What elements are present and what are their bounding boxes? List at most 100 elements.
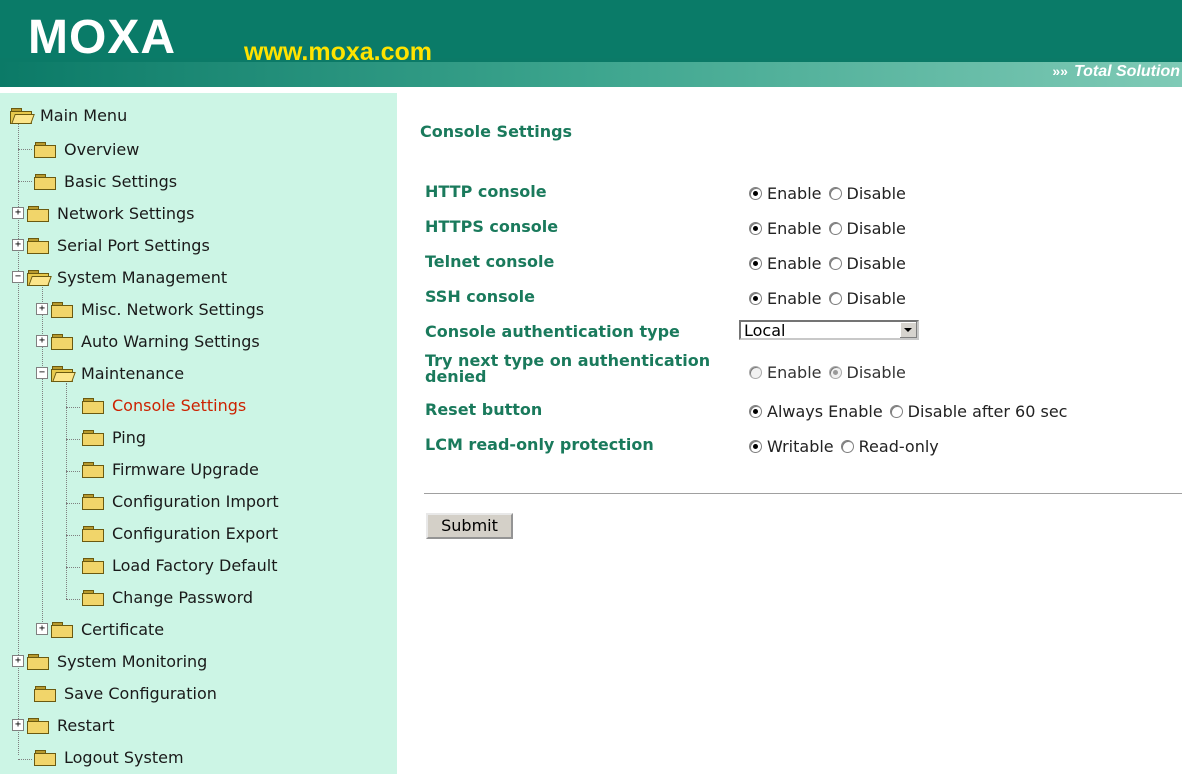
expand-plus-icon[interactable]: + (36, 623, 48, 635)
folder-icon (82, 429, 104, 446)
sidebar-item-label: Network Settings (57, 203, 195, 223)
sidebar-item-system-management[interactable]: − System Management (12, 265, 227, 289)
sidebar-item-label: Logout System (64, 747, 184, 767)
sidebar-item-label: Restart (57, 715, 115, 735)
collapse-minus-icon[interactable]: − (36, 367, 48, 379)
try-next-disable-radio[interactable] (828, 366, 842, 379)
radio-label: Enable (767, 363, 822, 382)
sidebar-item-auto-warning-settings[interactable]: + Auto Warning Settings (36, 329, 260, 353)
collapse-minus-icon[interactable]: − (12, 271, 24, 283)
http-disable-radio[interactable] (828, 187, 842, 200)
folder-icon (27, 237, 49, 254)
telnet-disable-radio[interactable] (828, 257, 842, 270)
expand-plus-icon[interactable]: + (12, 719, 24, 731)
folder-icon (34, 141, 56, 158)
ssh-console-radio-group: Enable Disable (749, 289, 913, 308)
sidebar-item-label: Save Configuration (64, 683, 217, 703)
https-enable-radio[interactable] (749, 222, 762, 235)
sidebar-item-basic-settings[interactable]: Basic Settings (34, 169, 177, 193)
https-disable-radio[interactable] (828, 222, 842, 235)
expand-plus-icon[interactable]: + (12, 207, 24, 219)
submit-button[interactable]: Submit (426, 513, 513, 539)
reset-always-enable-radio[interactable] (749, 405, 762, 418)
sidebar-item-console-settings[interactable]: Console Settings (82, 393, 246, 417)
folder-icon (34, 173, 56, 190)
radio-label: Disable (846, 289, 906, 308)
reset-button-row: Reset button Always Enable Disable after… (397, 397, 1182, 427)
sidebar-item-load-factory-default[interactable]: Load Factory Default (82, 553, 277, 577)
folder-icon (27, 717, 49, 734)
field-label: Telnet console (425, 252, 555, 271)
lcm-read-only-radio[interactable] (840, 440, 854, 453)
sidebar-item-firmware-upgrade[interactable]: Firmware Upgrade (82, 457, 259, 481)
field-label-line2: denied (425, 367, 487, 386)
expand-plus-icon[interactable]: + (36, 303, 48, 315)
radio-label: Disable after 60 sec (907, 402, 1068, 421)
sidebar-item-ping[interactable]: Ping (82, 425, 146, 449)
field-label: HTTP console (425, 182, 547, 201)
main-content: Console Settings HTTP console Enable Dis… (397, 93, 1182, 774)
sidebar-item-save-configuration[interactable]: Save Configuration (34, 681, 217, 705)
lcm-writable-radio[interactable] (749, 440, 762, 453)
folder-icon (82, 525, 104, 542)
sidebar-item-label: System Monitoring (57, 651, 208, 671)
folder-icon (34, 685, 56, 702)
radio-label: Disable (846, 254, 906, 273)
sidebar-item-maintenance[interactable]: − Maintenance (36, 361, 184, 385)
sidebar-item-logout-system[interactable]: Logout System (34, 745, 184, 769)
sidebar-item-serial-port-settings[interactable]: + Serial Port Settings (12, 233, 210, 257)
expand-plus-icon[interactable]: + (12, 655, 24, 667)
folder-open-icon (27, 269, 52, 286)
ssh-enable-radio[interactable] (749, 292, 762, 305)
sidebar-item-main-menu[interactable]: Main Menu (10, 103, 127, 127)
tagline: »» Total Solution (1052, 63, 1180, 81)
sidebar-item-system-monitoring[interactable]: + System Monitoring (12, 649, 207, 673)
dropdown-arrow-icon[interactable] (899, 322, 917, 338)
telnet-console-radio-group: Enable Disable (749, 254, 913, 273)
auth-type-select[interactable]: Local (739, 320, 919, 340)
sidebar-item-label: Change Password (112, 587, 254, 607)
sidebar-item-change-password[interactable]: Change Password (82, 585, 253, 609)
tree-connector (18, 181, 32, 182)
tree-connector (66, 567, 80, 568)
sidebar-item-certificate[interactable]: + Certificate (36, 617, 164, 641)
folder-icon (82, 461, 104, 478)
try-next-enable-radio[interactable] (749, 366, 762, 379)
sidebar-item-configuration-import[interactable]: Configuration Import (82, 489, 279, 513)
folder-icon (82, 557, 104, 574)
sidebar-item-configuration-export[interactable]: Configuration Export (82, 521, 278, 545)
ssh-disable-radio[interactable] (828, 292, 842, 305)
sidebar-item-restart[interactable]: + Restart (12, 713, 115, 737)
tree-connector (66, 503, 80, 504)
folder-icon (82, 589, 104, 606)
http-console-radio-group: Enable Disable (749, 184, 913, 203)
tree-connector (66, 535, 80, 536)
radio-label: Disable (846, 363, 906, 382)
sidebar-item-label: Auto Warning Settings (81, 331, 260, 351)
sidebar-item-label: Maintenance (81, 363, 185, 383)
sidebar-item-label: Firmware Upgrade (112, 459, 259, 479)
http-enable-radio[interactable] (749, 187, 762, 200)
reset-disable-after-radio[interactable] (889, 405, 903, 418)
lcm-protection-radio-group: Writable Read-only (749, 437, 946, 456)
telnet-enable-radio[interactable] (749, 257, 762, 270)
radio-label: Enable (767, 289, 822, 308)
sidebar-item-network-settings[interactable]: + Network Settings (12, 201, 195, 225)
folder-open-icon (10, 107, 35, 124)
header-strip (0, 62, 1182, 87)
header-banner: MOXA www.moxa.com »» Total Solution (0, 0, 1182, 87)
expand-plus-icon[interactable]: + (12, 239, 24, 251)
tree-connector (18, 759, 32, 760)
field-label: LCM read-only protection (425, 435, 654, 454)
field-label: Reset button (425, 400, 543, 419)
tree-connector (66, 407, 80, 408)
sidebar-item-misc-network-settings[interactable]: + Misc. Network Settings (36, 297, 264, 321)
try-next-row: Try next type on authentication denied E… (397, 349, 1182, 389)
sidebar-item-label: Certificate (81, 619, 165, 639)
sidebar-item-overview[interactable]: Overview (34, 137, 139, 161)
sidebar-item-label: Serial Port Settings (57, 235, 210, 255)
tagline-text: Total Solution (1073, 63, 1180, 80)
sidebar-nav-tree: Main Menu Overview Basic Settings + Netw… (0, 93, 397, 774)
expand-plus-icon[interactable]: + (36, 335, 48, 347)
sidebar-item-label: Load Factory Default (112, 555, 278, 575)
